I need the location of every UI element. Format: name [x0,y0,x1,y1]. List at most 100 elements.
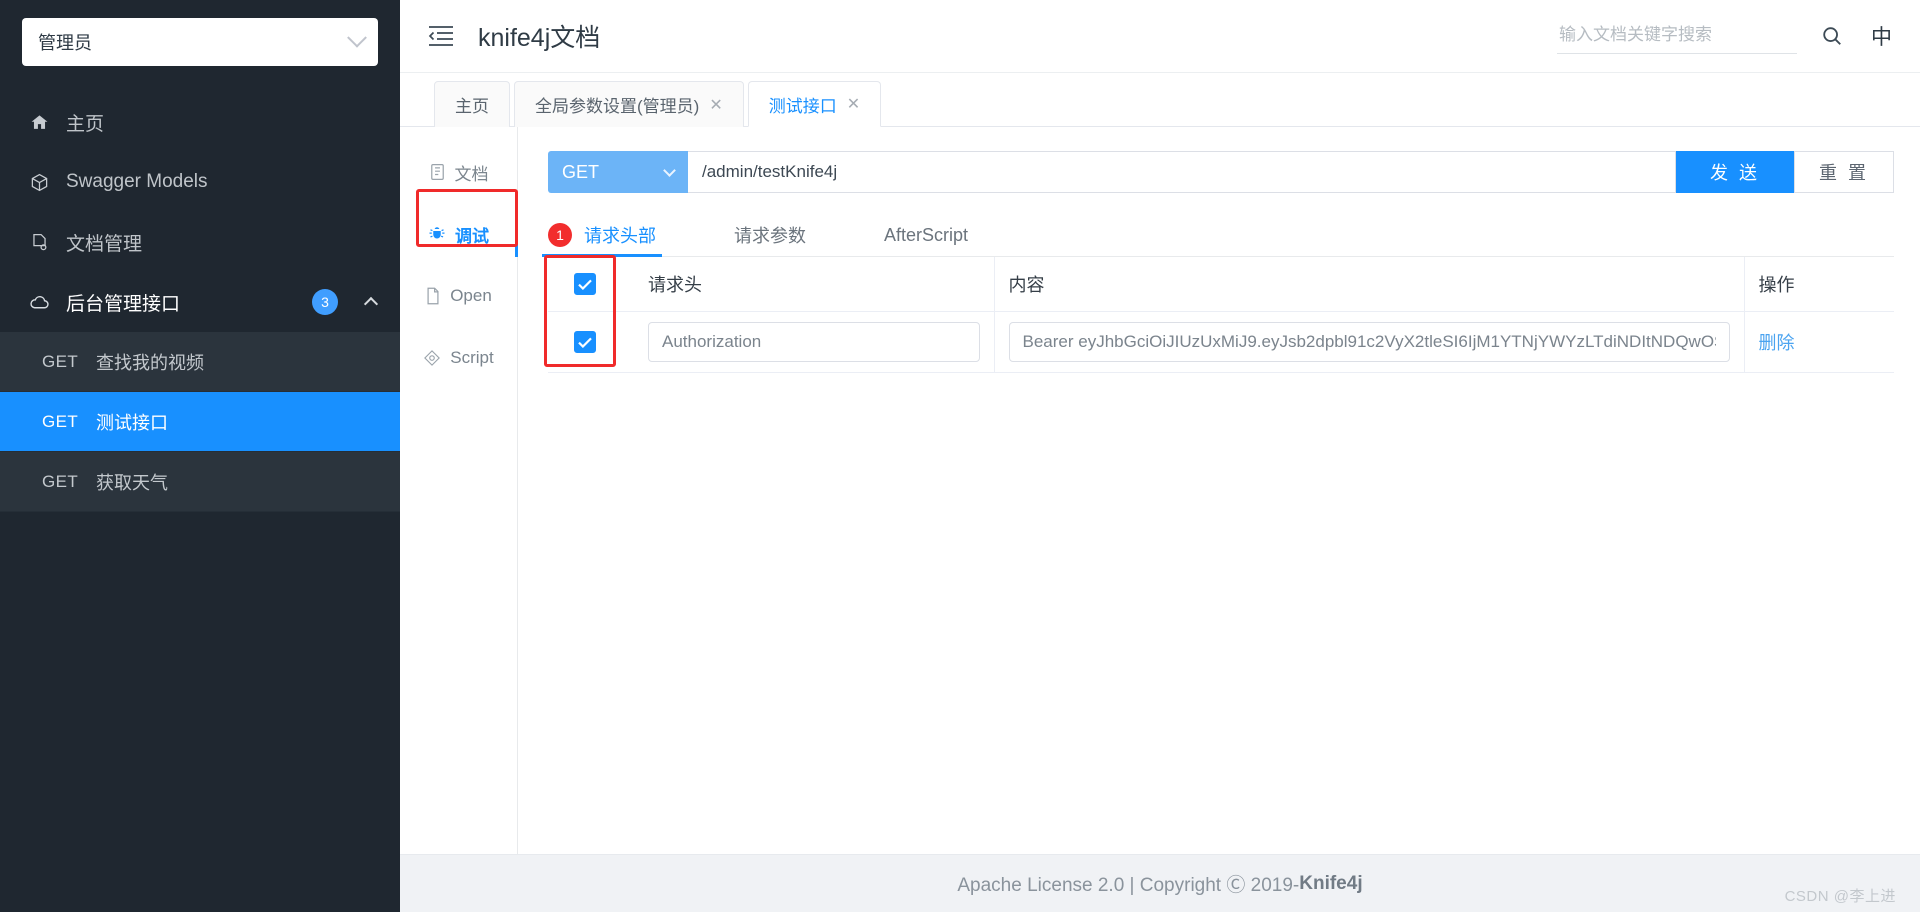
send-button[interactable]: 发 送 [1676,151,1794,193]
vnav-label: 文档 [454,164,489,184]
file-icon [425,287,441,305]
sidebar-item-swagger-models[interactable]: Swagger Models [0,152,400,212]
table-header-row: 请求头 内容 操作 [548,257,1894,312]
row-value-cell [993,311,1744,373]
row-checkbox[interactable] [574,331,596,353]
api-label: 测试接口 [96,412,168,433]
url-input[interactable] [688,151,1676,193]
api-label: 查找我的视频 [96,352,204,373]
http-method-value: GET [562,161,600,182]
footer: Apache License 2.0 | Copyright Ⓒ 2019- Kn… [400,854,1920,912]
select-all-checkbox[interactable] [574,273,596,295]
sidebar-item-badge: 3 [312,289,338,315]
row-key-cell [634,311,994,373]
column-header-action: 操作 [1743,257,1894,312]
header-value-input[interactable] [1008,322,1730,362]
sidebar-item-home[interactable]: 主页 [0,92,400,152]
home-icon [26,113,52,132]
language-toggle[interactable]: 中 [1867,21,1896,51]
footer-license: Apache License 2.0 | Copyright Ⓒ 2019- [957,875,1300,896]
tab-test-interface[interactable]: 测试接口 ✕ [747,81,882,127]
chevron-down-icon [347,27,367,48]
sidebar-item-label: 后台管理接口 [66,293,181,315]
sidebar-item-label: 文档管理 [66,233,143,255]
subtab-afterscript[interactable]: AfterScript [884,214,994,256]
cloud-icon [26,292,52,313]
subtab-label: 请求头部 [584,226,656,246]
vertical-nav: 文档 调试 Open Script [400,127,518,854]
vnav-item-debug[interactable]: 调试 [400,203,518,265]
watermark: CSDN @李上进 [1784,888,1896,905]
column-header-value: 内容 [993,257,1744,312]
sidebar-api-item[interactable]: GET 查找我的视频 [0,332,400,392]
document-icon [429,163,446,181]
service-select-value: 管理员 [38,33,92,53]
headers-table: 请求头 内容 操作 Authorization Bearer eyJhbGciO… [548,257,1894,373]
table-head: 请求头 内容 操作 [548,257,1894,312]
table-row: 删除 [548,311,1894,373]
sidebar-item-doc-management[interactable]: 文档管理 [0,212,400,272]
subtab-request-headers[interactable]: 1 请求头部 [542,214,682,257]
sidebar-api-item[interactable]: GET 获取天气 [0,452,400,512]
tab-label: 测试接口 [768,96,837,116]
reset-button[interactable]: 重 置 [1794,151,1894,193]
vnav-item-document[interactable]: 文档 [400,141,517,203]
api-method: GET [42,351,79,371]
sidebar-api-item-active[interactable]: GET 测试接口 [0,392,400,452]
page-title: knife4j文档 [478,24,601,52]
sidebar-select-wrap: 管理员 [0,0,400,66]
sidebar-item-label: 主页 [66,113,105,135]
sidebar-menu: 主页 Swagger Models 文档管理 后台管理接口 3 GET 查找我的… [0,92,400,512]
subtab-label: AfterScript [884,224,969,245]
vnav-item-script[interactable]: Script [400,327,517,389]
url-bar: GET 发 送 重 置 [548,151,1894,193]
model-icon [26,173,52,192]
subtab-badge: 1 [548,223,572,247]
close-icon[interactable]: ✕ [709,95,722,115]
main-area: knife4j文档 中 主页 全局参数设置(管理员) ✕ 测试接口 ✕ [400,0,1920,912]
tab-global-params[interactable]: 全局参数设置(管理员) ✕ [514,81,744,127]
request-panel: GET 发 送 重 置 1 请求头部 请求参数 AfterScript [518,127,1920,854]
sidebar-item-label: Swagger Models [66,171,208,192]
header-key-input[interactable] [648,322,980,362]
search-icon[interactable] [1815,19,1849,53]
request-subtabs: 1 请求头部 请求参数 AfterScript [542,214,1894,257]
search-input[interactable] [1559,24,1795,45]
sidebar-item-admin-api[interactable]: 后台管理接口 3 [0,272,400,332]
search-box[interactable] [1557,19,1797,54]
chevron-down-icon [663,163,676,177]
row-action-cell: 删除 [1743,311,1894,373]
api-method: GET [42,411,79,431]
vnav-label: Open [450,286,492,305]
close-icon[interactable]: ✕ [847,94,860,114]
column-header-key: 请求头 [634,257,994,312]
tab-label: 主页 [455,97,489,116]
chevron-up-icon[interactable] [363,296,379,311]
sidebar-api-list: GET 查找我的视频 GET 测试接口 GET 获取天气 [0,332,400,512]
vnav-label: Script [450,348,494,367]
table-body: 删除 [548,311,1894,373]
tab-label: 全局参数设置(管理员) [535,97,700,116]
topbar-right: 中 [1557,19,1896,54]
footer-brand: Knife4j [1299,872,1363,894]
vnav-label: 调试 [455,226,489,246]
headers-table-wrap: 请求头 内容 操作 Authorization Bearer eyJhbGciO… [544,255,1894,373]
subtab-request-params[interactable]: 请求参数 [734,214,832,256]
sidebar: 管理员 主页 Swagger Models 文档管理 后台管理接口 3 GET … [0,0,400,912]
vnav-item-open[interactable]: Open [400,265,517,327]
doc-settings-icon [26,233,52,252]
tab-home[interactable]: 主页 [434,81,510,127]
service-select[interactable]: 管理员 [22,18,378,66]
delete-row-button[interactable]: 删除 [1759,333,1795,353]
top-bar: knife4j文档 中 [400,0,1920,73]
subtab-label: 请求参数 [734,226,806,246]
http-method-select[interactable]: GET [548,151,688,193]
row-select-cell [548,311,634,373]
tab-bar: 主页 全局参数设置(管理员) ✕ 测试接口 ✕ [400,73,1920,127]
bug-icon [428,225,446,243]
select-all-cell [548,257,634,312]
content-area: 文档 调试 Open Script GET /admin/testKnife4j… [400,127,1920,854]
collapse-menu-icon[interactable] [428,25,454,47]
api-label: 获取天气 [96,472,168,493]
api-method: GET [42,471,79,491]
